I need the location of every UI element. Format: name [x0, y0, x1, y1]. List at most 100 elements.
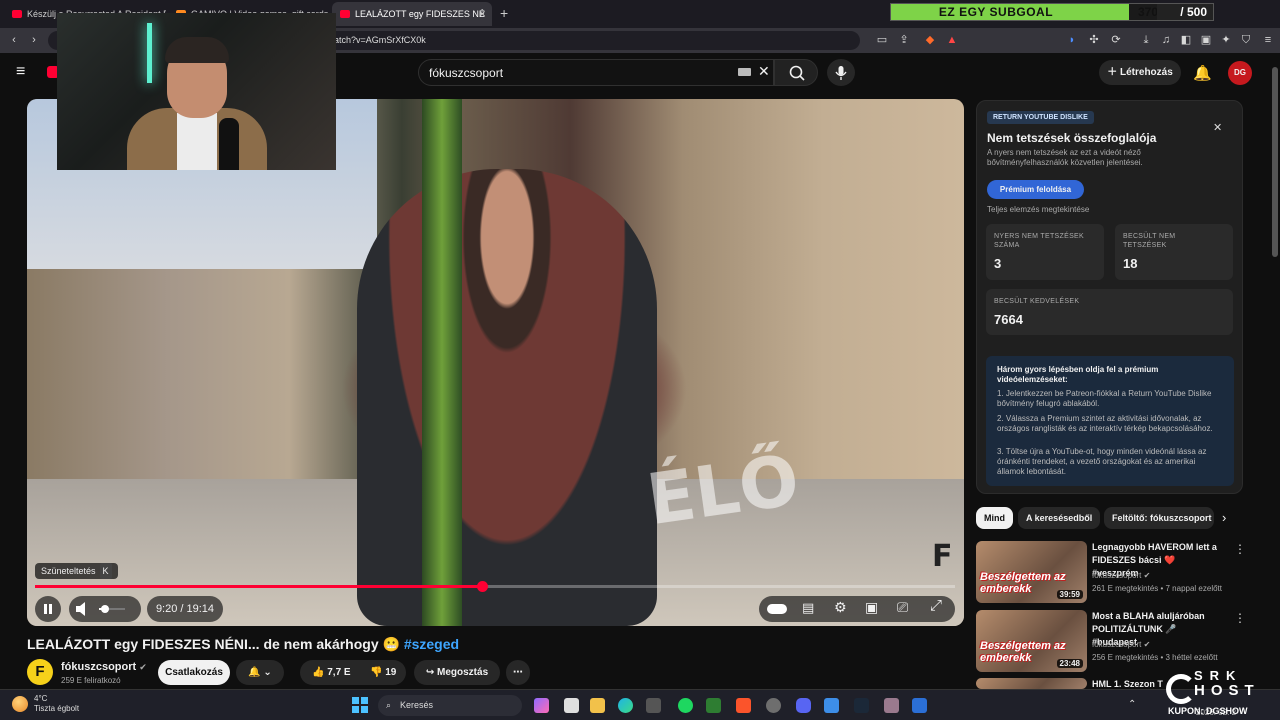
rec-channel-name: fókuszcsoport	[1092, 640, 1142, 649]
leo-ai-icon[interactable]: ✦	[1220, 34, 1232, 46]
edge-icon[interactable]	[618, 698, 633, 713]
youtube-favicon-icon	[340, 10, 350, 18]
sidebar-icon[interactable]: ◧	[1180, 34, 1192, 46]
tray-chevron-icon[interactable]: ⌃	[1128, 699, 1136, 710]
clear-search-icon[interactable]: ✕	[758, 63, 770, 80]
weather-widget[interactable]: 4°C Tiszta égbolt	[34, 694, 79, 714]
page-scrollbar[interactable]	[1270, 53, 1280, 689]
progress-played	[35, 585, 482, 588]
steam-icon[interactable]	[854, 698, 869, 713]
download-icon[interactable]: ⤓	[1140, 34, 1152, 46]
chevron-right-icon[interactable]: ›	[1222, 510, 1226, 525]
notification-bell-button[interactable]: 🔔 ⌄	[236, 660, 284, 685]
new-tab-button[interactable]: +	[500, 5, 508, 21]
screen-icon[interactable]: ▭	[876, 34, 888, 46]
share-page-icon[interactable]: ⇪	[898, 34, 910, 46]
ryd-panel: RETURN YOUTUBE DISLIKE ✕ Nem tetszések ö…	[976, 100, 1243, 494]
create-label: Létrehozás	[1119, 67, 1173, 78]
like-button[interactable]: 👍 7,7 E	[312, 660, 351, 685]
brave-shield-icon[interactable]: ◆	[924, 34, 936, 46]
watermark-line2: HOST	[1194, 682, 1260, 699]
rec-thumbnail[interactable]	[976, 678, 1087, 689]
ryd-badge: RETURN YOUTUBE DISLIKE	[987, 111, 1094, 124]
notifications-bell-icon[interactable]: 🔔	[1193, 64, 1212, 82]
back-icon[interactable]: ‹	[8, 34, 20, 46]
notes-icon[interactable]	[912, 698, 927, 713]
subgoal-total: / 500	[1157, 4, 1213, 20]
app-icon[interactable]	[824, 698, 839, 713]
volume-control[interactable]	[69, 596, 141, 622]
step-item: 2. Válassza a Premium szintet az aktivit…	[997, 414, 1213, 433]
create-button[interactable]: ＋ Létrehozás	[1099, 60, 1181, 85]
forward-icon[interactable]: ›	[28, 34, 40, 46]
video-title: LEALÁZOTT egy FIDESZES NÉNI... de nem ak…	[27, 636, 459, 653]
wallet-icon[interactable]: ◗	[1066, 34, 1078, 46]
progress-bar[interactable]	[35, 581, 955, 592]
taskbar-search[interactable]: ⌕ Keresés	[378, 695, 522, 716]
chip-from-search[interactable]: A keresésedből	[1018, 507, 1101, 529]
more-vert-icon[interactable]: ⋮	[1234, 542, 1246, 556]
game-icon[interactable]	[884, 698, 899, 713]
chip-all[interactable]: Mind	[976, 507, 1013, 529]
discord-icon[interactable]	[796, 698, 811, 713]
spotify-icon[interactable]	[678, 698, 693, 713]
dislike-button[interactable]: 👎 19	[370, 660, 396, 685]
search-icon: ⌕	[386, 700, 392, 710]
xbox-icon[interactable]	[706, 698, 721, 713]
scrollbar-thumb[interactable]	[1272, 67, 1278, 257]
video-player[interactable]: ÉLŐ F Szüneteltetés K 9:20 / 19:14 ▤ ⚙ ▣ …	[27, 99, 964, 626]
extensions-icon[interactable]: ✣	[1088, 34, 1100, 46]
keyboard-icon[interactable]	[738, 68, 751, 76]
step-item: 3. Töltse újra a YouTube-ot, hogy minden…	[997, 447, 1207, 476]
rec-channel[interactable]: fókuszcsoport ✔	[1092, 639, 1150, 650]
more-actions-button[interactable]: ⋯	[506, 660, 530, 685]
fullscreen-icon[interactable]: ⤢	[930, 597, 942, 614]
rec-thumbnail[interactable]: Beszélgettem az emberekk 39:59	[976, 541, 1087, 603]
step-item: 1. Jelentkezzen be Patreon-fiókkal a Ret…	[997, 389, 1212, 408]
settings-gear-icon[interactable]: ⚙	[834, 599, 847, 616]
rec-channel[interactable]: fókuszcsoport ✔	[1092, 570, 1150, 581]
webcam-streamer-hair	[165, 37, 229, 63]
weather-icon	[12, 696, 28, 712]
search-button[interactable]	[774, 59, 818, 86]
rec-thumbnail[interactable]: Beszélgettem az emberekk 23:48	[976, 610, 1087, 672]
obs-icon[interactable]	[766, 698, 781, 713]
full-analysis-link[interactable]: Teljes elemzés megtekintése	[987, 205, 1089, 214]
autoplay-toggle[interactable]	[767, 604, 787, 614]
play-pause-button[interactable]	[35, 596, 61, 622]
close-tab-icon[interactable]: ✕	[478, 2, 486, 26]
search-input[interactable]: fókuszcsoport	[418, 59, 774, 86]
subtitles-icon[interactable]: ▤	[802, 600, 814, 616]
close-icon[interactable]: ✕	[1213, 121, 1222, 134]
share-button[interactable]: ↪ Megosztás	[414, 660, 500, 685]
share-icon: ↪	[425, 667, 438, 678]
account-avatar[interactable]: DG	[1228, 61, 1252, 85]
rewards-icon[interactable]: ▲	[946, 34, 958, 46]
store-icon[interactable]	[646, 698, 661, 713]
task-view-icon[interactable]	[564, 698, 579, 713]
wallet-card-icon[interactable]: ▣	[1200, 34, 1212, 46]
chip-uploader[interactable]: Feltöltő: fókuszcsoport	[1104, 507, 1214, 529]
join-button[interactable]: Csatlakozás	[158, 660, 230, 685]
rec-meta: 256 E megtekintés • 3 héttel ezelőtt	[1092, 653, 1218, 662]
tab-active-video[interactable]: LEALÁZOTT egy FIDESZES NÉ ✕	[332, 2, 492, 26]
channel-name[interactable]: fókuszcsoport ✔	[61, 661, 147, 673]
verified-icon: ✔	[139, 662, 147, 672]
premium-unlock-button[interactable]: Prémium feloldása	[987, 180, 1084, 199]
start-windows-icon[interactable]	[352, 697, 368, 713]
menu-icon[interactable]: ≡	[1262, 34, 1274, 46]
progress-scrubber[interactable]	[476, 581, 488, 592]
copilot-icon[interactable]	[534, 698, 549, 713]
vpn-shield-icon[interactable]: ⛉	[1240, 34, 1252, 46]
cast-icon[interactable]: ⎚	[897, 599, 908, 616]
video-hashtag[interactable]: #szeged	[404, 636, 459, 652]
brave-icon[interactable]	[736, 698, 751, 713]
channel-avatar[interactable]: F	[27, 659, 53, 685]
file-explorer-icon[interactable]	[590, 698, 605, 713]
music-icon[interactable]: ♫	[1160, 34, 1172, 46]
miniplayer-icon[interactable]: ▣	[865, 599, 878, 616]
voice-search-button[interactable]	[827, 59, 855, 86]
more-vert-icon[interactable]: ⋮	[1234, 611, 1246, 625]
sync-icon[interactable]: ⟳	[1110, 34, 1122, 46]
hamburger-menu-icon[interactable]: ≡	[16, 64, 25, 80]
